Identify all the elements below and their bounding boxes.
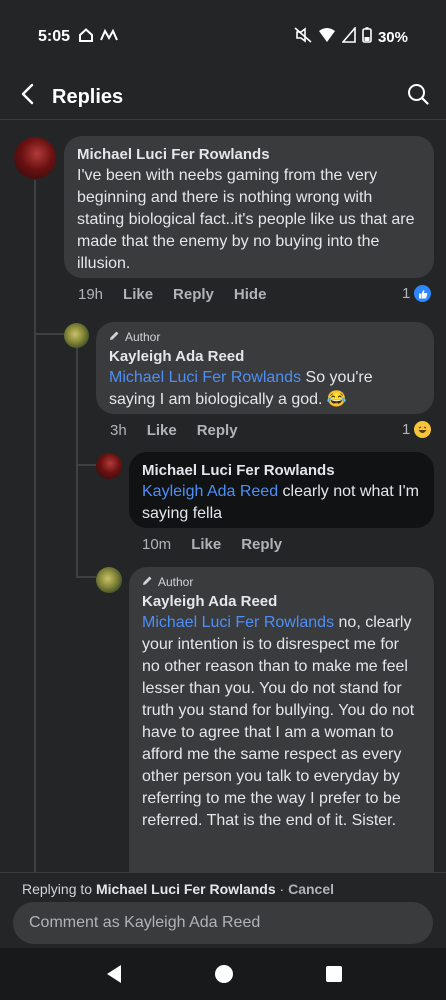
comment-text: Michael Luci Fer Rowlands no, clearly yo… (142, 614, 415, 829)
comment-actions: 19h Like Reply Hide (78, 286, 266, 303)
comment-author[interactable]: Michael Luci Fer Rowlands (142, 460, 421, 481)
comment-author[interactable]: Kayleigh Ada Reed (109, 346, 421, 367)
mention-link[interactable]: Kayleigh Ada Reed (142, 483, 278, 500)
avatar[interactable] (96, 453, 122, 479)
avatar[interactable] (96, 567, 122, 593)
pencil-icon (109, 330, 120, 344)
pencil-icon (142, 575, 153, 589)
comment-input[interactable] (13, 902, 433, 944)
replying-to-label: Replying to Michael Luci Fer Rowlands · … (22, 881, 335, 897)
comment-actions: 3h Like Reply (110, 422, 238, 439)
like-button[interactable]: Like (123, 286, 153, 303)
comment-time: 10m (142, 536, 172, 553)
avatar[interactable] (64, 323, 89, 348)
battery-icon (362, 27, 372, 48)
thread-line (78, 464, 96, 466)
header: Replies (0, 72, 446, 120)
signal-m-icon (100, 28, 118, 47)
comment-bubble: Michael Luci Fer Rowlands I've been with… (64, 136, 434, 278)
system-nav-bar (0, 948, 446, 1000)
home-outline-icon (78, 27, 94, 48)
haha-reaction-icon (414, 421, 432, 438)
thread-line (36, 333, 64, 335)
cell-signal-icon (341, 25, 356, 48)
search-button[interactable] (404, 82, 432, 110)
reply-button[interactable]: Reply (241, 536, 282, 553)
comment-author[interactable]: Kayleigh Ada Reed (142, 591, 421, 612)
thread-line (78, 576, 96, 578)
status-bar: 5:05 30% (0, 0, 446, 72)
comment-actions: 10m Like Reply (142, 536, 282, 553)
comment-text: Kayleigh Ada Reed clearly not what I'm s… (142, 483, 419, 522)
nav-back-icon[interactable] (102, 962, 126, 986)
mention-link[interactable]: Michael Luci Fer Rowlands (142, 614, 334, 631)
comment-bubble: Author Kayleigh Ada Reed Michael Luci Fe… (129, 567, 434, 872)
comment-time: 19h (78, 286, 104, 303)
reaction-summary[interactable]: 1 (402, 285, 432, 302)
status-time: 5:05 (38, 28, 71, 45)
search-icon (407, 83, 429, 110)
comment-text: I've been with neebs gaming from the ver… (77, 167, 415, 272)
battery-percent: 30% (377, 29, 408, 46)
comment-thread: Michael Luci Fer Rowlands I've been with… (0, 120, 446, 872)
chevron-left-icon (20, 83, 36, 110)
reaction-summary[interactable]: 1 (402, 421, 432, 438)
reply-button[interactable]: Reply (197, 422, 238, 439)
back-button[interactable] (14, 82, 42, 110)
comment-bubble: Author Kayleigh Ada Reed Michael Luci Fe… (96, 322, 434, 414)
reply-bar: Replying to Michael Luci Fer Rowlands · … (0, 872, 446, 948)
like-reaction-icon (414, 285, 432, 302)
nav-home-icon[interactable] (212, 962, 236, 986)
comment-bubble: Michael Luci Fer Rowlands Kayleigh Ada R… (129, 452, 434, 528)
author-badge: Author (109, 330, 421, 344)
avatar[interactable] (14, 137, 56, 179)
comment-time: 3h (110, 422, 127, 439)
mute-icon (294, 27, 312, 48)
thread-line (34, 180, 36, 872)
page-title: Replies (52, 86, 124, 108)
comment-author[interactable]: Michael Luci Fer Rowlands (77, 144, 421, 165)
cancel-reply-button[interactable]: Cancel (288, 881, 334, 897)
mention-link[interactable]: Michael Luci Fer Rowlands (109, 369, 301, 386)
like-button[interactable]: Like (147, 422, 177, 439)
author-badge: Author (142, 575, 421, 589)
reply-button[interactable]: Reply (173, 286, 214, 303)
reaction-count: 1 (402, 421, 411, 438)
wifi-icon (318, 27, 336, 48)
thread-line (76, 348, 78, 578)
nav-recents-icon[interactable] (322, 962, 346, 986)
hide-button[interactable]: Hide (234, 286, 267, 303)
comment-text: Michael Luci Fer Rowlands So you're sayi… (109, 369, 373, 408)
like-button[interactable]: Like (191, 536, 221, 553)
reaction-count: 1 (402, 285, 411, 302)
